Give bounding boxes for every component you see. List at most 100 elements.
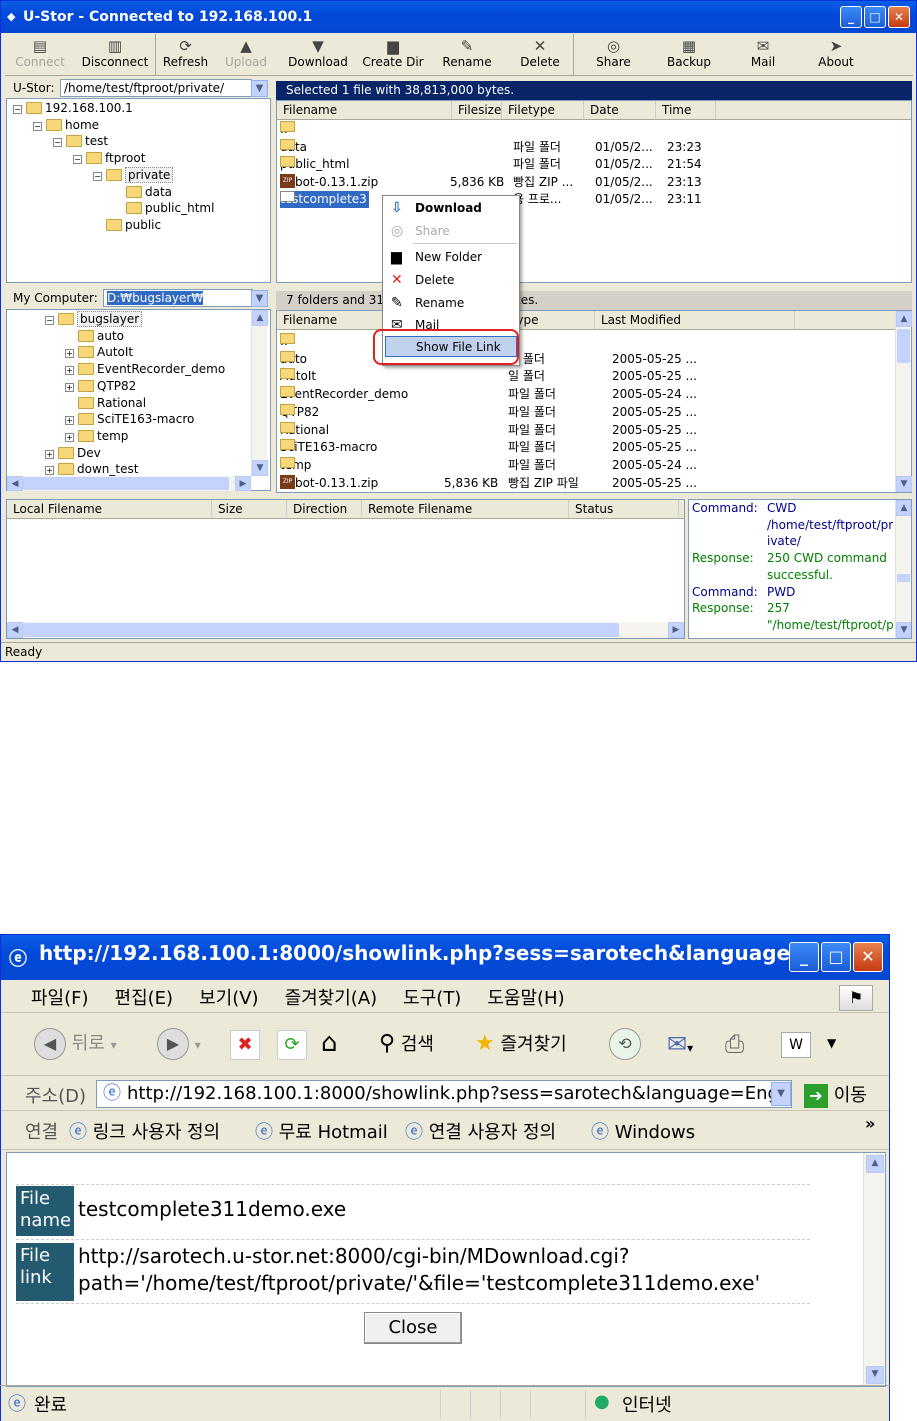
log-scrollbar[interactable]: ▲ ▼ bbox=[895, 500, 911, 638]
tree-node[interactable]: − private bbox=[93, 166, 174, 184]
expand-icon[interactable]: + bbox=[65, 432, 74, 442]
menu-item-delete[interactable]: ✕ Delete bbox=[385, 270, 517, 291]
local-tree-scrollbar[interactable]: ▲ ▼ bbox=[251, 310, 268, 476]
print-button[interactable]: ⎙ bbox=[725, 1030, 744, 1058]
ie-maximize-button[interactable]: □ bbox=[821, 942, 851, 972]
file-row[interactable]: SciTE163-macro 파일 폴더 2005-05-25 ... bbox=[280, 439, 894, 456]
ie-close-button[interactable]: ✕ bbox=[853, 942, 883, 972]
scroll-down-icon[interactable]: ▼ bbox=[866, 1366, 884, 1384]
tree-node[interactable]: public bbox=[106, 217, 161, 234]
expand-icon[interactable]: + bbox=[45, 449, 54, 459]
expand-icon[interactable]: + bbox=[65, 416, 74, 426]
home-button[interactable]: ⌂ bbox=[321, 1028, 338, 1058]
scroll-up-icon[interactable]: ▲ bbox=[896, 500, 911, 516]
file-row[interactable]: testcomplete3 용 프로... 01/05/2... 23:11 bbox=[280, 191, 910, 209]
search-button[interactable]: ⚲ 검색 bbox=[379, 1030, 434, 1056]
scroll-thumb[interactable] bbox=[897, 574, 910, 582]
scroll-thumb[interactable] bbox=[23, 623, 619, 637]
tree-node[interactable]: + QTP82 bbox=[65, 378, 136, 395]
menu-item-share[interactable]: ◎ Share bbox=[385, 221, 517, 242]
tree-node[interactable]: − ftproot bbox=[73, 150, 145, 167]
expand-icon[interactable]: + bbox=[45, 466, 54, 476]
file-row[interactable]: .. bbox=[280, 121, 910, 138]
refresh-button[interactable]: ⟳ Refresh bbox=[155, 34, 215, 75]
tree-node[interactable]: + AutoIt bbox=[65, 344, 133, 361]
tree-node[interactable]: + SciTE163-macro bbox=[65, 411, 194, 428]
mail-button[interactable]: ✉ Mail bbox=[725, 34, 801, 75]
collapse-icon[interactable]: − bbox=[33, 121, 42, 131]
maximize-button[interactable]: □ bbox=[864, 6, 886, 28]
collapse-icon[interactable]: − bbox=[45, 316, 54, 325]
collapse-icon[interactable]: − bbox=[13, 105, 22, 114]
upload-button[interactable]: ▲ Upload bbox=[215, 34, 277, 75]
menu-4[interactable]: 도구(T) bbox=[403, 984, 461, 1012]
column-header[interactable]: Size bbox=[212, 500, 287, 518]
scroll-right-icon[interactable]: ▶ bbox=[235, 476, 251, 491]
collapse-icon[interactable]: − bbox=[53, 138, 62, 148]
column-header[interactable]: Last Modified bbox=[595, 311, 795, 329]
go-button[interactable]: ➔ 이동 bbox=[804, 1081, 867, 1108]
ie-scrollbar[interactable]: ▲ ▼ bbox=[863, 1153, 885, 1386]
tree-node[interactable]: + Dev bbox=[45, 445, 101, 462]
menu-item-rename[interactable]: ✎ Rename bbox=[385, 293, 517, 314]
file-row[interactable]: public_html 파일 폴더 01/05/2... 21:54 bbox=[280, 156, 910, 173]
remote-file-list[interactable]: FilenameFilesizeFiletypeDateTime ..data 파… bbox=[276, 100, 912, 283]
link-2[interactable]: ⓔ 연결 사용자 정의 bbox=[405, 1118, 556, 1144]
tree-node[interactable]: − 192.168.100.1 bbox=[13, 100, 133, 117]
collapse-icon[interactable]: − bbox=[73, 155, 82, 165]
menu-0[interactable]: 파일(F) bbox=[31, 984, 89, 1012]
tree-node[interactable]: Rational bbox=[78, 395, 146, 412]
menu-3[interactable]: 즐겨찾기(A) bbox=[285, 984, 378, 1012]
local-path-dropdown[interactable]: ▼ bbox=[251, 290, 268, 307]
tree-node[interactable]: + temp bbox=[65, 428, 128, 445]
scroll-down-icon[interactable]: ▼ bbox=[896, 622, 911, 638]
address-input[interactable]: ⓔ http://192.168.100.1:8000/showlink.php… bbox=[96, 1080, 792, 1108]
about-button[interactable]: ➤ About bbox=[801, 34, 871, 75]
scroll-up-icon[interactable]: ▲ bbox=[896, 311, 912, 327]
local-tree[interactable]: − bugslayer auto + AutoIt + EventRecorder_demo… bbox=[6, 309, 271, 491]
expand-icon[interactable]: + bbox=[65, 349, 74, 359]
scroll-down-icon[interactable]: ▼ bbox=[896, 476, 912, 492]
file-row[interactable]: ZIP abbot-0.13.1.zip 5,836 KB 빵집 ZIP ... 01/… bbox=[280, 173, 910, 191]
forward-button[interactable]: ▶ ▾ bbox=[157, 1028, 201, 1060]
menu-1[interactable]: 편집(E) bbox=[115, 984, 174, 1012]
close-button[interactable]: ✕ bbox=[888, 6, 910, 28]
favorites-button[interactable]: ★ 즐겨찾기 bbox=[475, 1030, 567, 1056]
tree-node[interactable]: − home bbox=[33, 117, 99, 134]
file-row[interactable]: AutoIt 일 폴더 2005-05-25 ... bbox=[280, 368, 894, 385]
link-0[interactable]: ⓔ 링크 사용자 정의 bbox=[69, 1118, 220, 1144]
scroll-left-icon[interactable]: ◀ bbox=[7, 476, 23, 491]
file-row[interactable]: EventRecorder_demo 파일 폴더 2005-05-24 ... bbox=[280, 386, 894, 403]
file-row[interactable]: ZIP abbot-0.13.1.zip 5,836 KB 빵집 ZIP 파일 2005… bbox=[280, 474, 894, 492]
ie-minimize-button[interactable]: _ bbox=[789, 942, 819, 972]
back-button[interactable]: ◀ 뒤로 ▾ bbox=[34, 1028, 117, 1060]
file-row[interactable]: QTP82 파일 폴더 2005-05-25 ... bbox=[280, 403, 894, 421]
scroll-down-icon[interactable]: ▼ bbox=[252, 460, 268, 476]
close-link-button[interactable]: Close bbox=[364, 1312, 462, 1344]
command-log[interactable]: ▲ ▼ Command: CWD/home/test/ftproot/pr ivat… bbox=[688, 499, 912, 639]
transfer-queue[interactable]: Local Filename Size Direction Remote Filena… bbox=[6, 499, 685, 639]
tree-node[interactable]: auto bbox=[78, 328, 124, 345]
expand-icon[interactable]: + bbox=[65, 382, 74, 392]
minimize-button[interactable]: _ bbox=[840, 6, 862, 28]
link-3[interactable]: ⓔ Windows bbox=[591, 1118, 695, 1144]
column-header[interactable]: Status bbox=[569, 500, 679, 518]
rename-button[interactable]: ✎ Rename bbox=[427, 34, 507, 75]
scroll-up-icon[interactable]: ▲ bbox=[866, 1155, 884, 1173]
delete-button[interactable]: ✕ Delete bbox=[507, 34, 573, 75]
column-header[interactable]: Date bbox=[584, 101, 656, 119]
tree-node[interactable]: + EventRecorder_demo bbox=[65, 361, 225, 378]
menu-2[interactable]: 보기(V) bbox=[199, 984, 258, 1012]
toolbar-more-icon[interactable]: ▼ bbox=[827, 1036, 836, 1050]
column-header[interactable]: Filesize bbox=[452, 101, 502, 119]
column-header[interactable]: Filetype bbox=[502, 101, 584, 119]
remote-path-combo[interactable]: /home/test/ftproot/private/ bbox=[60, 79, 252, 97]
local-path-combo[interactable]: D:₩bugslayer₩ bbox=[103, 289, 253, 307]
local-tree-hscroll[interactable]: ◀ ▶ bbox=[7, 476, 251, 491]
file-row[interactable]: data 파일 폴더 01/05/2... 23:23 bbox=[280, 138, 910, 156]
scroll-thumb[interactable] bbox=[897, 329, 910, 363]
backup-button[interactable]: ▦ Backup bbox=[653, 34, 725, 75]
tree-node[interactable]: − test bbox=[53, 133, 108, 150]
mail-button[interactable]: ✉▾ bbox=[667, 1030, 693, 1058]
scroll-right-icon[interactable]: ▶ bbox=[668, 622, 684, 638]
